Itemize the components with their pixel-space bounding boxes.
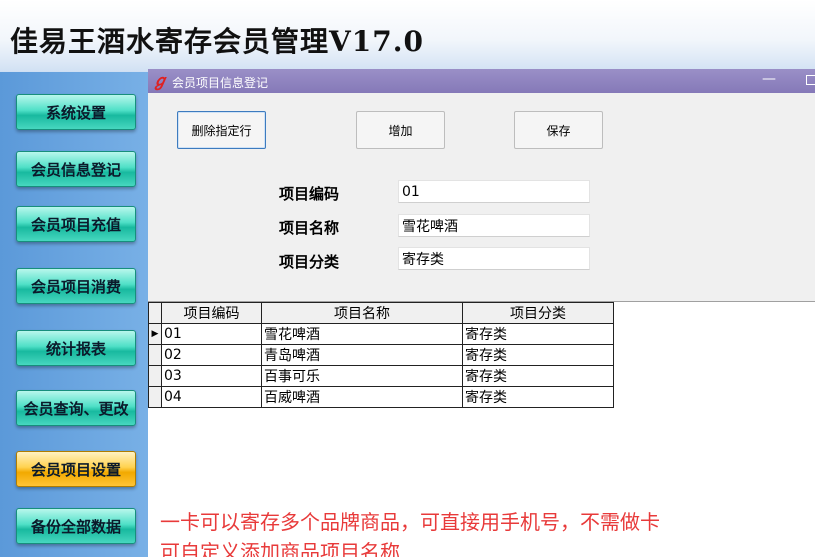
window-title: 会员项目信息登记 xyxy=(172,76,269,90)
minimize-button[interactable]: — xyxy=(760,71,778,89)
nav-member-consume-button[interactable]: 会员项目消费 xyxy=(16,268,136,304)
cell-code[interactable]: 02 xyxy=(161,344,262,366)
table-row[interactable]: ▶ 01 雪花啤酒 寄存类 xyxy=(148,323,614,345)
items-table[interactable]: 项目编码 项目名称 项目分类 ▶ 01 雪花啤酒 寄存类 02 青岛啤酒 寄存类 xyxy=(148,302,614,408)
nav-backup-data-button[interactable]: 备份全部数据 xyxy=(16,508,136,544)
item-code-input[interactable] xyxy=(398,180,590,203)
row-selector[interactable] xyxy=(148,386,162,408)
item-category-label: 项目分类 xyxy=(279,253,340,271)
cell-code[interactable]: 03 xyxy=(161,365,262,387)
row-selector[interactable] xyxy=(148,344,162,366)
cell-name[interactable]: 百威啤酒 xyxy=(261,386,463,408)
cell-code[interactable]: 04 xyxy=(161,386,262,408)
cell-category[interactable]: 寄存类 xyxy=(462,323,614,345)
current-row-indicator-icon: ▶ xyxy=(148,323,162,345)
app-title: 佳易王酒水寄存会员管理V17.0 xyxy=(10,25,424,58)
table-row[interactable]: 03 百事可乐 寄存类 xyxy=(148,365,614,387)
table-row[interactable]: 04 百威啤酒 寄存类 xyxy=(148,386,614,408)
app-logo-icon: ℊ xyxy=(152,71,169,90)
nav-member-query-edit-button[interactable]: 会员查询、更改 xyxy=(16,390,136,426)
nav-member-item-settings-button[interactable]: 会员项目设置 xyxy=(16,451,136,487)
column-header-name[interactable]: 项目名称 xyxy=(261,302,463,324)
nav-statistics-report-button[interactable]: 统计报表 xyxy=(16,330,136,366)
promo-note-line-1: 一卡可以寄存多个品牌商品，可直接用手机号，不需做卡 xyxy=(160,510,660,534)
column-header-category[interactable]: 项目分类 xyxy=(462,302,614,324)
cell-name[interactable]: 雪花啤酒 xyxy=(261,323,463,345)
item-code-label: 项目编码 xyxy=(279,185,340,203)
grid-corner-cell xyxy=(148,302,162,324)
cell-category[interactable]: 寄存类 xyxy=(462,365,614,387)
nav-member-recharge-button[interactable]: 会员项目充值 xyxy=(16,206,136,242)
table-row[interactable]: 02 青岛啤酒 寄存类 xyxy=(148,344,614,366)
save-button[interactable]: 保存 xyxy=(514,111,603,149)
item-category-input[interactable] xyxy=(398,247,590,270)
nav-system-settings-button[interactable]: 系统设置 xyxy=(16,94,136,130)
row-selector[interactable] xyxy=(148,365,162,387)
item-name-label: 项目名称 xyxy=(279,219,340,237)
member-item-window: ℊ 会员项目信息登记 — 删除指定行 增加 保存 项目编码 项目名称 项目分类 … xyxy=(148,69,815,557)
cell-category[interactable]: 寄存类 xyxy=(462,386,614,408)
data-grid-area: 项目编码 项目名称 项目分类 ▶ 01 雪花啤酒 寄存类 02 青岛啤酒 寄存类 xyxy=(148,301,815,557)
nav-member-register-button[interactable]: 会员信息登记 xyxy=(16,151,136,187)
column-header-code[interactable]: 项目编码 xyxy=(161,302,262,324)
cell-name[interactable]: 青岛啤酒 xyxy=(261,344,463,366)
window-titlebar[interactable]: ℊ 会员项目信息登记 — xyxy=(148,69,815,93)
add-button[interactable]: 增加 xyxy=(356,111,445,149)
promo-note-line-2: 可自定义添加商品项目名称 xyxy=(160,540,400,557)
cell-code[interactable]: 01 xyxy=(161,323,262,345)
item-name-input[interactable] xyxy=(398,214,590,237)
cell-category[interactable]: 寄存类 xyxy=(462,344,614,366)
maximize-button[interactable] xyxy=(806,75,815,85)
delete-row-button[interactable]: 删除指定行 xyxy=(177,111,266,149)
cell-name[interactable]: 百事可乐 xyxy=(261,365,463,387)
